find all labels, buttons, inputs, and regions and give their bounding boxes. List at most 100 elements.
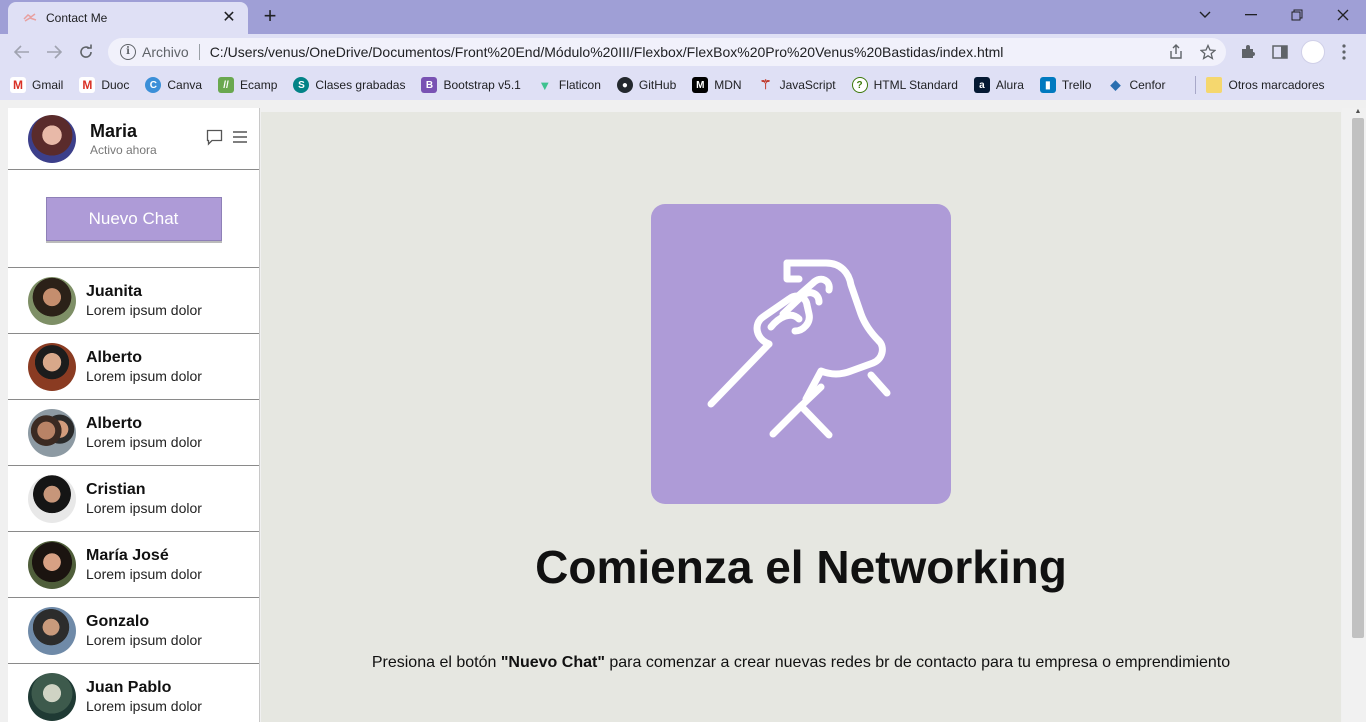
contact-last-message: Lorem ipsum dolor [86,565,202,582]
contact-avatar [28,276,76,325]
address-scheme: Archivo [142,44,189,60]
mdn-icon: M [692,77,709,93]
page-description: Presiona el botón "Nuevo Chat" para come… [261,654,1341,672]
contact-name: Juanita [86,282,143,300]
bookmark-label: Flaticon [558,78,601,92]
back-arrow-icon[interactable] [10,40,34,64]
bootstrap-icon: B [421,77,438,93]
tab-search-chevron-icon[interactable] [1182,0,1228,30]
contact-last-message: Lorem ipsum dolor [86,631,202,648]
user-profile-header: Maria Activo ahora [8,108,259,170]
page-viewport: Maria Activo ahora Nuevo Chat Juanita Lo… [0,100,1366,722]
bookmark-gmail[interactable]: M Gmail [10,77,63,93]
minimize-icon[interactable] [1228,0,1274,30]
handshake-icon [707,259,891,439]
cenfor-icon: ◆ [1110,77,1121,92]
scrollbar-thumb[interactable] [1352,118,1364,638]
bookmark-label: Otros marcadores [1228,78,1325,92]
contact-item-juan-pablo[interactable]: Juan Pablo Lorem ipsum dolor [8,664,259,722]
bookmark-label: JavaScript [779,78,836,92]
contact-item-alberto[interactable]: Alberto Lorem ipsum dolor [8,334,259,400]
bookmark-alura[interactable]: a Alura [973,77,1024,93]
bookmark-javascript[interactable]: ⚚ JavaScript [758,77,836,93]
restore-icon[interactable] [1274,0,1320,30]
browser-tab[interactable]: Contact Me ✕ [8,2,248,34]
chat-bubble-icon[interactable] [205,128,223,146]
folder-icon [1206,77,1223,93]
alura-icon: a [973,77,990,93]
profile-avatar-icon[interactable] [1301,40,1325,64]
tab-favicon-icon [22,10,38,26]
reload-icon[interactable] [74,40,98,64]
canva-icon: C [145,77,162,93]
bookmarks-divider [1195,76,1197,94]
description-text: para comenzar a crear nuevas redes br de… [604,654,1231,671]
contact-name: Gonzalo [86,612,150,630]
site-info-icon[interactable]: i [120,44,136,60]
contact-item-gonzalo[interactable]: Gonzalo Lorem ipsum dolor [8,598,259,664]
contact-name: Cristian [86,480,146,498]
bookmark-label: Clases grabadas [315,78,406,92]
contact-avatar [28,672,76,721]
bookmark-label: Cenfor [1129,78,1166,92]
bookmark-label: MDN [714,78,742,92]
bookmark-cenfor[interactable]: ◆ Cenfor [1107,77,1165,93]
bookmark-clases-grabadas[interactable]: S Clases grabadas [293,77,405,93]
tab-close-icon[interactable]: ✕ [220,9,238,27]
bookmark-bootstrap[interactable]: B Bootstrap v5.1 [421,77,521,93]
contact-last-message: Lorem ipsum dolor [86,301,202,318]
bookmark-canva[interactable]: C Canva [145,77,202,93]
bookmark-label: Duoc [101,78,130,92]
bookmark-label: HTML Standard [873,78,958,92]
main-content: Comienza el Networking Presiona el botón… [261,112,1341,722]
address-bar[interactable]: i Archivo C:/Users/venus/OneDrive/Docume… [108,38,1226,66]
bookmarks-bar: M Gmail M Duoc C Canva // Ecamp S Clases… [0,70,1366,100]
other-bookmarks-folder[interactable]: Otros marcadores [1206,77,1325,93]
page-scrollbar[interactable]: ▲ [1342,108,1366,722]
address-url[interactable]: C:/Users/venus/OneDrive/Documentos/Front… [210,44,1004,60]
flaticon-icon: ▼ [538,77,552,93]
forward-arrow-icon[interactable] [42,40,66,64]
contact-avatar [28,474,76,523]
duoc-icon: M [79,77,96,93]
contact-item-alberto-2[interactable]: Alberto Lorem ipsum dolor [8,400,259,466]
contact-last-message: Lorem ipsum dolor [86,367,202,384]
user-avatar[interactable] [28,114,76,163]
bookmark-label: Gmail [32,78,64,92]
contact-avatar [28,408,76,457]
bookmark-star-icon[interactable] [1196,41,1220,63]
handshake-illustration [651,204,951,504]
contact-last-message: Lorem ipsum dolor [86,433,202,450]
side-panel-icon[interactable] [1268,40,1292,64]
description-highlight: "Nuevo Chat" [500,654,605,671]
scroll-up-arrow-icon[interactable]: ▲ [1353,108,1363,116]
bookmark-label: Bootstrap v5.1 [443,78,521,92]
bookmark-label: Alura [995,78,1024,92]
contact-avatar [28,540,76,589]
gmail-icon: M [10,77,26,93]
bookmark-html-standard[interactable]: ? HTML Standard [851,77,958,93]
bookmark-label: GitHub [638,78,677,92]
browser-toolbar: i Archivo C:/Users/venus/OneDrive/Docume… [0,34,1366,70]
hamburger-menu-icon[interactable] [231,128,249,146]
new-chat-button[interactable]: Nuevo Chat [45,196,222,241]
new-tab-icon[interactable]: + [258,5,282,29]
contact-item-cristian[interactable]: Cristian Lorem ipsum dolor [8,466,259,532]
contact-last-message: Lorem ipsum dolor [86,499,202,516]
close-window-icon[interactable] [1320,0,1366,30]
javascript-icon: ⚚ [759,77,772,92]
bookmark-github[interactable]: ● GitHub [616,77,677,93]
share-icon[interactable] [1164,41,1188,63]
extensions-puzzle-icon[interactable] [1236,40,1260,64]
bookmark-trello[interactable]: ▮ Trello [1039,77,1091,93]
bookmark-duoc[interactable]: M Duoc [79,77,129,93]
bookmark-ecamp[interactable]: // Ecamp [218,77,277,93]
contact-name: Alberto [86,348,142,366]
github-icon: ● [616,77,633,93]
browser-menu-icon[interactable] [1332,40,1356,64]
contact-item-juanita[interactable]: Juanita Lorem ipsum dolor [8,268,259,334]
contact-item-maria-jose[interactable]: María José Lorem ipsum dolor [8,532,259,598]
browser-tabstrip: Contact Me ✕ + [0,0,1366,34]
bookmark-mdn[interactable]: M MDN [692,77,742,93]
bookmark-flaticon[interactable]: ▼ Flaticon [537,77,601,93]
